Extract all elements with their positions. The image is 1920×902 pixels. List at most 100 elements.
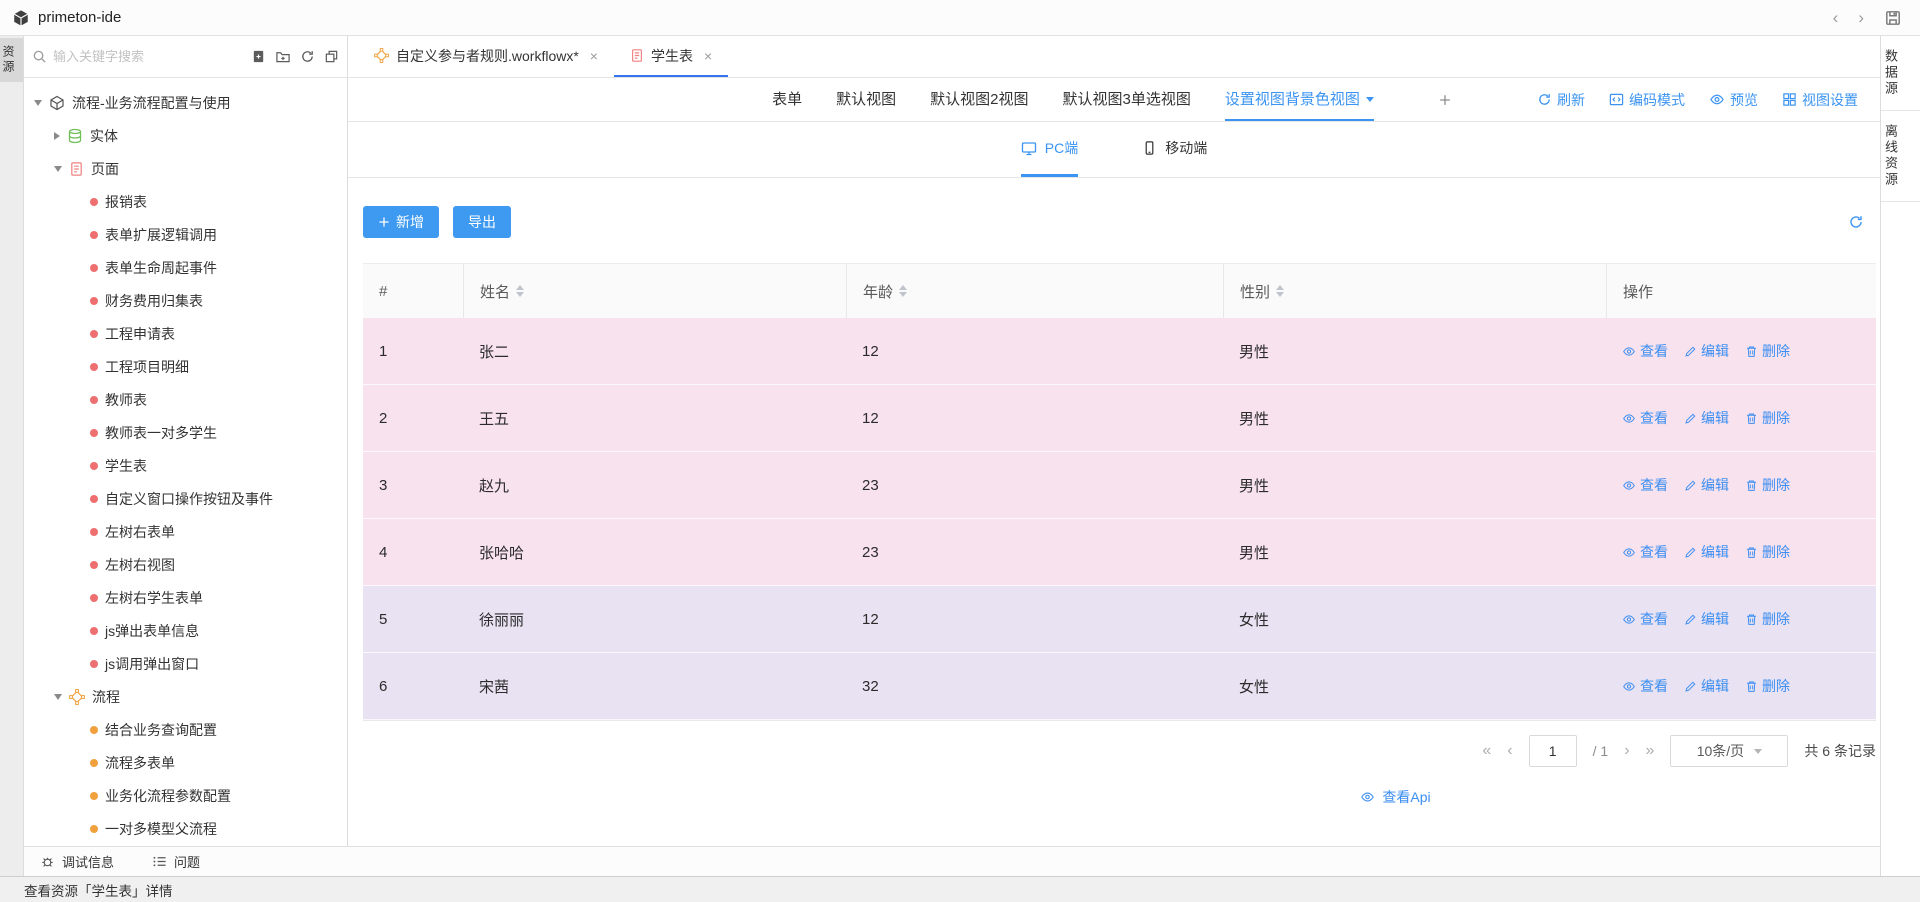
collapse-all-icon[interactable] [324,49,339,64]
edit-row-button[interactable]: 编辑 [1684,542,1729,562]
collapse-arrow-icon[interactable] [34,100,42,106]
tree-leaf-process[interactable]: 流程多表单 [24,746,347,779]
close-tab-icon[interactable]: × [704,48,712,64]
debug-info-tab[interactable]: 调试信息 [40,852,114,871]
resources-panel-tab[interactable]: 资源 [0,38,23,82]
view-row-button[interactable]: 查看 [1622,609,1668,629]
refresh-table-icon[interactable] [1848,214,1876,230]
import-resource-icon[interactable] [251,49,266,64]
tree-label: 结合业务查询配置 [105,720,217,740]
mobile-view-tab[interactable]: 移动端 [1142,122,1207,177]
tree-leaf-page[interactable]: 表单生命周起事件 [24,251,347,284]
sort-icon[interactable] [516,285,524,297]
save-icon[interactable] [1884,9,1902,27]
column-header-age[interactable]: 年龄 [846,264,1223,318]
view-api-link[interactable]: 查看Api [1360,787,1430,807]
delete-row-button[interactable]: 删除 [1745,676,1790,696]
tree-leaf-page[interactable]: 左树右学生表单 [24,581,347,614]
tree-leaf-page[interactable]: 工程申请表 [24,317,347,350]
tree-leaf-process[interactable]: 一对多模型父流程 [24,812,347,845]
view-tab-default2[interactable]: 默认视图2视图 [930,78,1028,121]
history-back-icon[interactable]: ‹ [1833,9,1839,26]
tree-leaf-page[interactable]: 表单扩展逻辑调用 [24,218,347,251]
tree-node-root[interactable]: 流程-业务流程配置与使用 [24,86,347,119]
tree-leaf-page[interactable]: js弹出表单信息 [24,614,347,647]
tree-node-processes[interactable]: 流程 [24,680,347,713]
export-button[interactable]: 导出 [453,206,511,238]
datasource-panel-tab[interactable]: 数据源 [1881,36,1920,111]
red-dot-icon [90,495,98,503]
left-activity-strip: 资源 [0,36,24,876]
delete-row-button[interactable]: 删除 [1745,609,1790,629]
add-view-button[interactable] [1438,78,1452,121]
tree-leaf-page[interactable]: 左树右表单 [24,515,347,548]
tree-leaf-process[interactable]: 结合业务查询配置 [24,713,347,746]
close-tab-icon[interactable]: × [590,48,598,64]
search-input[interactable] [53,49,245,64]
tree-leaf-page[interactable]: 学生表 [24,449,347,482]
code-mode-button[interactable]: 编码模式 [1609,90,1685,110]
edit-row-button[interactable]: 编辑 [1684,609,1729,629]
tree-leaf-page[interactable]: 教师表 [24,383,347,416]
view-settings-button[interactable]: 视图设置 [1782,90,1858,110]
view-tab-default[interactable]: 默认视图 [836,78,896,121]
edit-row-button[interactable]: 编辑 [1684,475,1729,495]
edit-row-button[interactable]: 编辑 [1684,676,1729,696]
tree-leaf-page[interactable]: 左树右视图 [24,548,347,581]
tree-leaf-page[interactable]: 财务费用归集表 [24,284,347,317]
add-button[interactable]: 新增 [363,206,439,238]
page-number-input[interactable]: 1 [1529,735,1577,767]
cell-index: 2 [363,410,463,427]
delete-row-button[interactable]: 删除 [1745,542,1790,562]
view-tab-default3[interactable]: 默认视图3单选视图 [1063,78,1191,121]
tree-leaf-page[interactable]: 工程项目明细 [24,350,347,383]
list-icon [152,854,167,869]
view-tab-form[interactable]: 表单 [772,78,802,121]
prev-page-button[interactable]: ‹ [1507,743,1512,759]
column-header-gender[interactable]: 性别 [1223,264,1606,318]
delete-row-button[interactable]: 删除 [1745,341,1790,361]
tree-leaf-page[interactable]: 报销表 [24,185,347,218]
collapse-arrow-icon[interactable] [54,694,62,700]
page-size-select[interactable]: 10条/页 [1670,735,1788,767]
new-folder-icon[interactable] [275,49,291,64]
offline-resources-panel-tab[interactable]: 离线资源 [1881,111,1920,202]
sort-icon[interactable] [899,285,907,297]
delete-row-button[interactable]: 删除 [1745,408,1790,428]
action-label: 删除 [1762,676,1790,696]
preview-button[interactable]: 预览 [1709,90,1758,110]
tree-node-pages[interactable]: 页面 [24,152,347,185]
view-row-button[interactable]: 查看 [1622,542,1668,562]
view-row-button[interactable]: 查看 [1622,475,1668,495]
view-row-button[interactable]: 查看 [1622,341,1668,361]
editor-tab-student-table[interactable]: 学生表 × [614,36,728,77]
next-page-button[interactable]: › [1624,743,1629,759]
caret-down-icon[interactable] [1366,97,1374,102]
reload-tree-icon[interactable] [300,49,315,64]
tree-leaf-page[interactable]: js调用弹出窗口 [24,647,347,680]
tree-node-entities[interactable]: 实体 [24,119,347,152]
action-label: 查看 [1640,676,1668,696]
refresh-button[interactable]: 刷新 [1537,90,1585,110]
expand-arrow-icon[interactable] [54,132,60,140]
view-tab-label: 默认视图3单选视图 [1063,88,1191,109]
view-row-button[interactable]: 查看 [1622,676,1668,696]
editor-tab-workflow[interactable]: 自定义参与者规则.workflowx* × [358,36,614,77]
sort-icon[interactable] [1276,285,1284,297]
view-tab-background-color[interactable]: 设置视图背景色视图 [1225,78,1374,121]
first-page-button[interactable]: « [1482,743,1491,759]
collapse-arrow-icon[interactable] [54,166,62,172]
view-tab-bar: 表单 默认视图 默认视图2视图 默认视图3单选视图 设置视图背景色视图 [348,78,1880,122]
view-row-button[interactable]: 查看 [1622,408,1668,428]
tree-leaf-page[interactable]: 教师表一对多学生 [24,416,347,449]
tree-leaf-page[interactable]: 自定义窗口操作按钮及事件 [24,482,347,515]
edit-row-button[interactable]: 编辑 [1684,341,1729,361]
column-header-name[interactable]: 姓名 [463,264,846,318]
edit-row-button[interactable]: 编辑 [1684,408,1729,428]
last-page-button[interactable]: » [1646,743,1655,759]
problems-tab[interactable]: 问题 [152,852,200,871]
delete-row-button[interactable]: 删除 [1745,475,1790,495]
history-forward-icon[interactable]: › [1858,9,1864,26]
pc-view-tab[interactable]: PC端 [1021,122,1078,177]
tree-leaf-process[interactable]: 业务化流程参数配置 [24,779,347,812]
